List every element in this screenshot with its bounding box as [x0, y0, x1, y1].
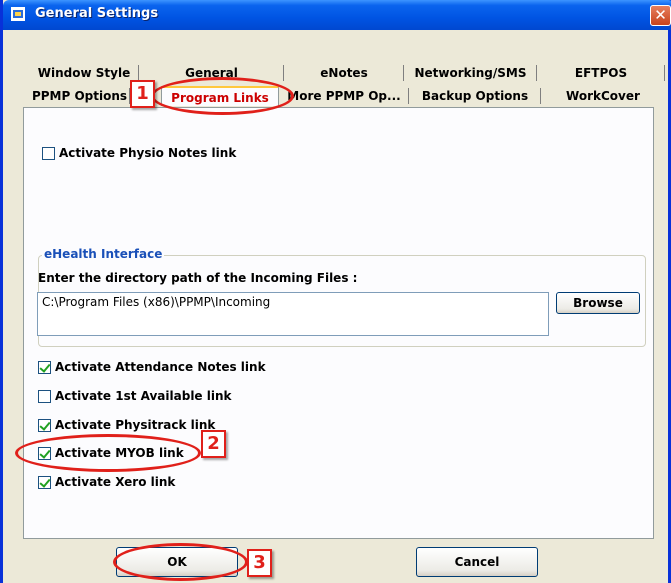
close-button[interactable]: ✕ [650, 5, 671, 26]
browse-button[interactable]: Browse [556, 292, 640, 314]
checkbox-label: Activate 1st Available link [55, 389, 232, 403]
xero-checkbox[interactable]: Activate Xero link [38, 474, 175, 490]
tab-label: Backup Options [421, 89, 529, 103]
checkbox-label: Activate Physitrack link [55, 418, 216, 432]
program-links-panel: Activate Physio Notes link eHealth Inter… [23, 107, 654, 539]
checkbox-box[interactable] [38, 360, 51, 374]
attendance-notes-checkbox[interactable]: Activate Attendance Notes link [38, 359, 266, 375]
app-icon [11, 7, 25, 21]
tab-window-style[interactable]: Window Style [29, 63, 139, 83]
tab-label: Window Style [37, 66, 131, 80]
close-icon: ✕ [654, 6, 667, 24]
callout-number-3: 3 [247, 549, 272, 577]
general-settings-window: General Settings ✕ Window Style General … [0, 0, 671, 583]
tab-more-ppmp-options[interactable]: More PPMP Op... [279, 86, 409, 106]
checkbox-box[interactable] [38, 418, 51, 432]
incoming-dir-input[interactable]: C:\Program Files (x86)\PPMP\Incoming [37, 292, 549, 336]
tab-ppmp-options[interactable]: PPMP Options [29, 86, 130, 106]
tab-workcover[interactable]: WorkCover [541, 86, 665, 106]
checkbox-label: Activate Attendance Notes link [55, 360, 266, 374]
callout-ellipse-ok [113, 543, 248, 581]
checkbox-label: Activate Xero link [55, 475, 176, 489]
tab-label: Networking/SMS [414, 66, 527, 80]
ehealth-group-title: eHealth Interface [42, 247, 165, 261]
tab-label: eNotes [320, 66, 368, 80]
physitrack-checkbox[interactable]: Activate Physitrack link [38, 417, 215, 433]
tab-networking-sms[interactable]: Networking/SMS [404, 63, 537, 83]
first-available-checkbox[interactable]: Activate 1st Available link [38, 388, 232, 404]
physio-notes-checkbox[interactable]: Activate Physio Notes link [42, 145, 236, 161]
checkbox-box[interactable] [42, 146, 55, 160]
incoming-dir-label: Enter the directory path of the Incoming… [38, 271, 358, 285]
cancel-button[interactable]: Cancel [416, 547, 538, 577]
checkbox-box[interactable] [38, 475, 51, 489]
title-bar[interactable]: General Settings ✕ [3, 0, 671, 30]
cancel-label: Cancel [454, 555, 500, 569]
callout-ellipse-myob [15, 434, 201, 472]
tab-label: WorkCover [566, 89, 640, 103]
window-title: General Settings [35, 6, 159, 21]
callout-number-1: 1 [130, 80, 155, 108]
checkbox-label: Activate Physio Notes link [59, 146, 237, 160]
tab-label: EFTPOS [574, 66, 628, 80]
tab-eftpos[interactable]: EFTPOS [537, 63, 665, 83]
callout-number-2: 2 [201, 430, 226, 458]
checkbox-box[interactable] [38, 389, 51, 403]
callout-ellipse-program-links [151, 77, 294, 115]
tab-label: PPMP Options [31, 89, 128, 103]
tab-label: More PPMP Op... [287, 89, 401, 103]
tab-backup-options[interactable]: Backup Options [409, 86, 541, 106]
tab-enotes[interactable]: eNotes [284, 63, 404, 83]
